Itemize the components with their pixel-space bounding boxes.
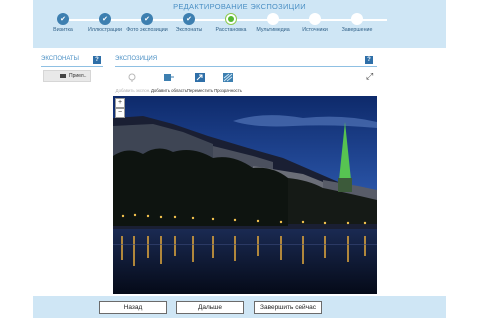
add-area-icon [164, 74, 174, 81]
editor-panel: ЭКСПОНАТЫ ? Приел.. ЭКСПОЗИЦИЯ ? Добавит… [33, 48, 446, 296]
check-icon: ✔ [183, 13, 195, 25]
add-exhibit-icon [128, 73, 136, 82]
wizard-step-label: Завершение [341, 27, 373, 33]
add-exhibit-tool[interactable]: Добавить экспон. [113, 69, 153, 93]
step-indicator [225, 13, 237, 25]
wizard-header: РЕДАКТИРОВАНИЕ ЭКСПОЗИЦИИ ✔ Визитка ✔ Иллюс… [33, 0, 446, 48]
page-title: РЕДАКТИРОВАНИЕ ЭКСПОЗИЦИИ [173, 2, 306, 11]
add-exhibit-label: Добавить экспон. [115, 88, 151, 93]
exposition-heading: ЭКСПОЗИЦИЯ [115, 56, 377, 67]
exposition-photo[interactable]: + − [113, 96, 377, 294]
exposition-image [113, 96, 377, 294]
step-indicator [267, 13, 279, 25]
check-icon: ✔ [141, 13, 153, 25]
exhibit-list-item[interactable]: Приел.. [43, 70, 91, 82]
check-icon: ✔ [57, 13, 69, 25]
exhibits-title: ЭКСПОНАТЫ [41, 56, 79, 62]
zoom-in-button[interactable]: + [115, 98, 125, 108]
step-indicator [351, 13, 363, 25]
move-icon [195, 73, 205, 82]
check-icon: ✔ [99, 13, 111, 25]
step-indicator [309, 13, 321, 25]
transparency-label: Прозрачность [214, 88, 242, 93]
exhibit-item-label: Приел.. [69, 73, 87, 79]
exposition-help-button[interactable]: ? [365, 56, 373, 64]
exposition-title: ЭКСПОЗИЦИЯ [115, 56, 158, 62]
right-margin [446, 0, 479, 318]
left-margin [0, 0, 33, 318]
zoom-out-button[interactable]: − [115, 108, 125, 118]
finish-now-button[interactable]: Завершить сейчас [254, 301, 322, 314]
exhibits-help-button[interactable]: ? [93, 56, 101, 64]
next-button[interactable]: Дальше [176, 301, 244, 314]
wizard-footer: Назад Дальше Завершить сейчас [33, 296, 446, 318]
fullscreen-icon[interactable]: ⤢ [366, 71, 373, 82]
exhibit-thumbnail-icon [60, 73, 66, 78]
wizard-step: Завершение [322, 13, 392, 34]
back-button[interactable]: Назад [99, 301, 167, 314]
transparency-tool[interactable]: Прозрачность [208, 69, 248, 93]
transparency-icon [223, 73, 233, 82]
